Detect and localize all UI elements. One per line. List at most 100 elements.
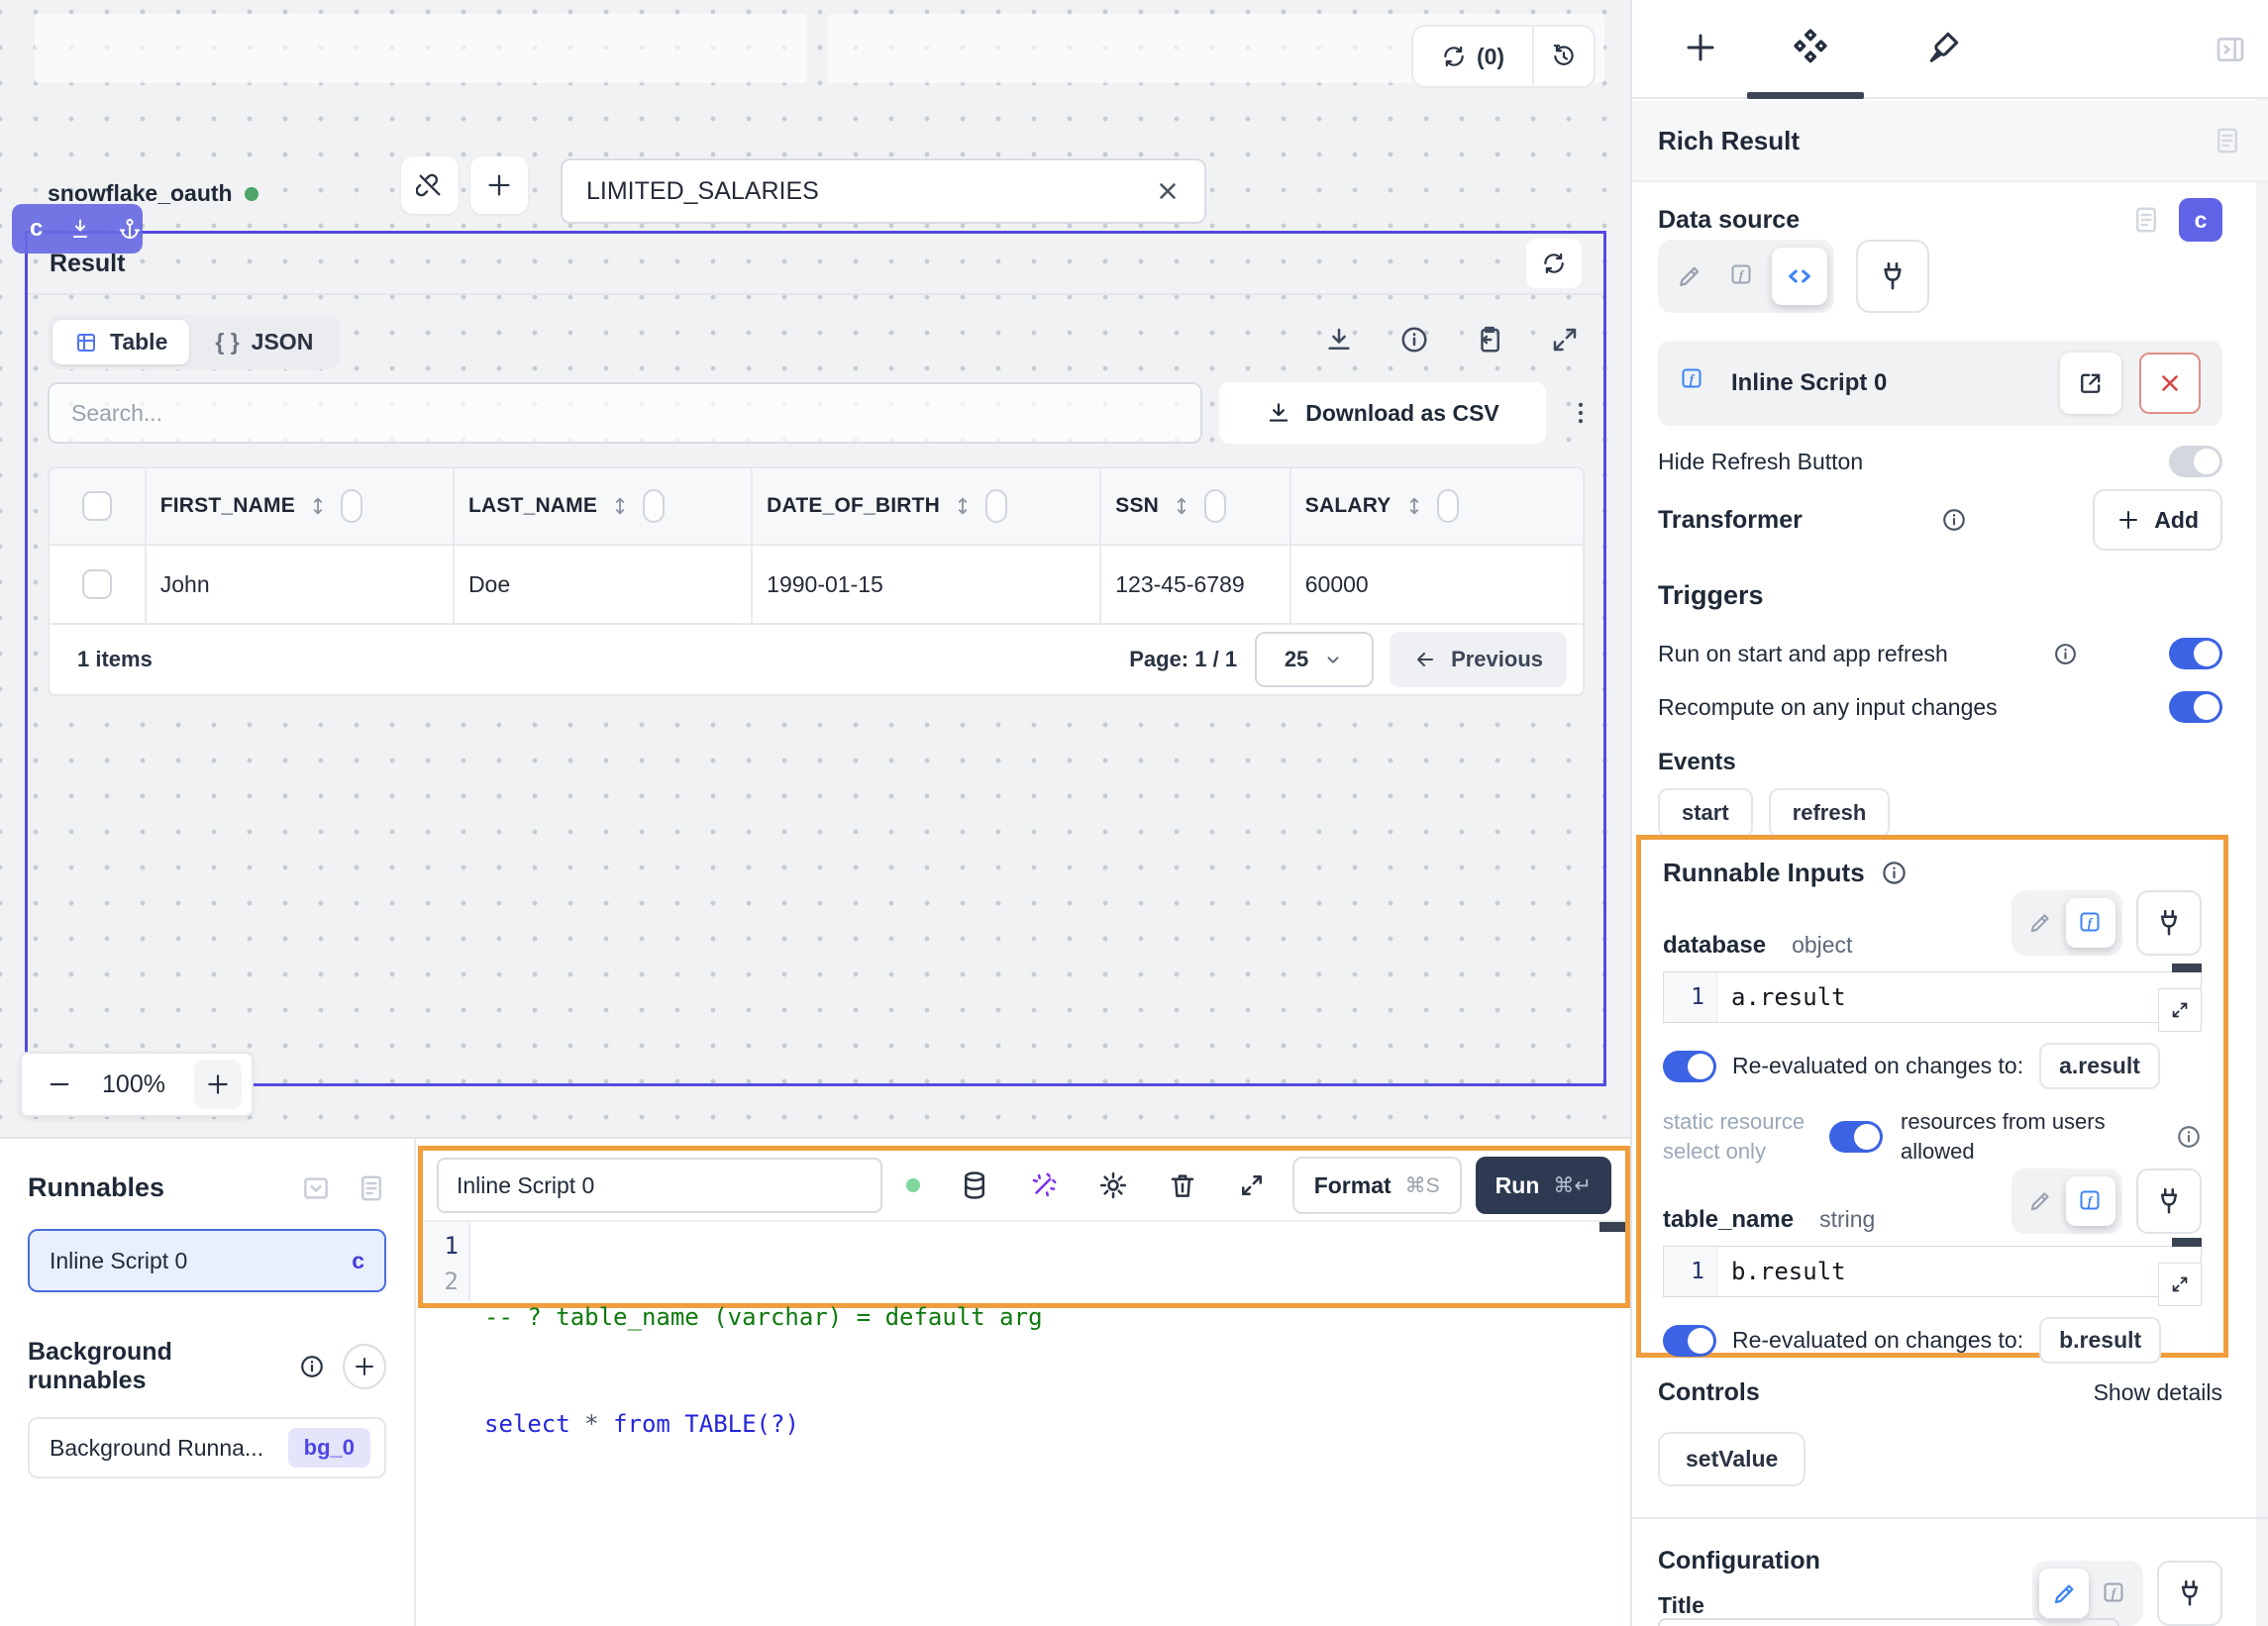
info-icon[interactable] <box>1881 860 1907 886</box>
docs-icon[interactable] <box>357 1173 386 1203</box>
code-mode-button-selected[interactable] <box>1772 248 1827 305</box>
unlink-button[interactable] <box>401 156 459 214</box>
event-chip-start[interactable]: start <box>1658 788 1753 838</box>
app-refresh-pill[interactable]: (0) <box>1411 25 1596 88</box>
database-expression-input[interactable]: 1 a.result <box>1663 971 2202 1023</box>
database-icon[interactable] <box>960 1170 989 1200</box>
scrollbar-thumb[interactable] <box>2172 964 2202 972</box>
scrollbar-thumb[interactable] <box>1599 1222 1625 1232</box>
components-tab-active[interactable] <box>1791 28 1830 67</box>
clear-icon[interactable] <box>1155 178 1181 204</box>
title-input-partial[interactable] <box>1658 1618 2119 1626</box>
column-pill[interactable] <box>1437 489 1459 523</box>
table-select-input[interactable]: LIMITED_SALARIES <box>561 158 1206 224</box>
column-header[interactable]: FIRST_NAME <box>160 494 295 518</box>
sql-code-editor[interactable]: 1 2 -- ? table_name (varchar) = default … <box>423 1220 1625 1301</box>
component-overlay-badge[interactable]: c <box>12 204 143 254</box>
scrollbar-thumb[interactable] <box>2172 1238 2202 1247</box>
history-button[interactable] <box>1534 44 1594 69</box>
download-csv-button[interactable]: Download as CSV <box>1219 382 1546 444</box>
show-details-link[interactable]: Show details <box>2094 1379 2222 1406</box>
app-canvas[interactable]: (0) snowflake_oauth LIMITED_SALARIES c <box>0 0 1630 1137</box>
fullscreen-icon[interactable] <box>1550 325 1580 355</box>
script-name-input[interactable]: Inline Script 0 <box>437 1158 882 1213</box>
runnable-item-inline-script-0[interactable]: Inline Script 0 c <box>28 1229 386 1292</box>
collapse-panel-icon[interactable] <box>301 1173 331 1203</box>
refresh-count-button[interactable]: (0) <box>1413 44 1532 70</box>
info-icon[interactable] <box>1814 507 2093 533</box>
tab-json[interactable]: { } JSON <box>193 320 335 364</box>
attached-script-row[interactable]: f Inline Script 0 <box>1658 341 2222 426</box>
add-button[interactable] <box>470 156 528 214</box>
expand-editor-icon[interactable] <box>1237 1170 1267 1200</box>
table-search-input[interactable]: Search... <box>48 382 1202 444</box>
sidebar-scrollbar-track[interactable] <box>2256 99 2268 1626</box>
static-pencil-mode-button[interactable] <box>2018 1176 2062 1226</box>
add-component-tab[interactable] <box>1683 30 1718 65</box>
column-pill[interactable] <box>1204 489 1226 523</box>
sort-icon[interactable] <box>952 495 974 517</box>
download-icon[interactable] <box>1324 325 1354 355</box>
expand-expression-icon[interactable] <box>2158 1263 2202 1306</box>
function-mode-button[interactable]: f <box>1718 248 1768 305</box>
style-brush-tab[interactable] <box>1925 28 1963 65</box>
settings-gear-icon[interactable] <box>1098 1170 1128 1200</box>
column-pill[interactable] <box>985 489 1007 523</box>
hide-refresh-toggle-off[interactable] <box>2169 446 2222 477</box>
run-on-start-toggle-on[interactable] <box>2169 638 2222 669</box>
page-size-select[interactable]: 25 <box>1255 632 1374 687</box>
connect-plug-button[interactable] <box>2136 890 2202 956</box>
add-background-runnable-button[interactable] <box>343 1344 386 1389</box>
connect-plug-button[interactable] <box>2136 1169 2202 1234</box>
dependency-chip[interactable]: a.result <box>2039 1043 2160 1089</box>
column-header[interactable]: SSN <box>1115 494 1159 518</box>
table-name-expression-input[interactable]: 1 b.result <box>1663 1246 2202 1297</box>
table-menu-button[interactable] <box>1561 390 1600 436</box>
select-all-checkbox[interactable] <box>82 491 112 521</box>
sort-icon[interactable] <box>1171 495 1192 517</box>
event-chip-refresh[interactable]: refresh <box>1769 788 1891 838</box>
delete-trash-icon[interactable] <box>1168 1170 1197 1200</box>
collapse-sidebar-icon[interactable] <box>2215 34 2246 65</box>
result-container[interactable]: Result Table { } JSON <box>25 231 1606 1086</box>
sort-icon[interactable] <box>1403 495 1425 517</box>
move-down-icon[interactable] <box>68 217 92 241</box>
static-pencil-mode-button[interactable] <box>2018 898 2062 948</box>
zoom-in-button[interactable] <box>194 1060 242 1109</box>
sort-icon[interactable] <box>609 495 631 517</box>
connect-plug-button[interactable] <box>1856 240 1929 313</box>
copy-to-clipboard-icon[interactable] <box>1475 325 1504 355</box>
recompute-toggle-on[interactable] <box>2169 691 2222 723</box>
column-pill[interactable] <box>643 489 665 523</box>
reevaluate-toggle-on[interactable] <box>1663 1325 1716 1357</box>
column-header[interactable]: LAST_NAME <box>468 494 597 518</box>
column-header[interactable]: SALARY <box>1305 494 1392 518</box>
zoom-out-button[interactable] <box>46 1070 73 1098</box>
format-button[interactable]: Format ⌘S <box>1292 1157 1462 1214</box>
info-icon[interactable] <box>299 1354 325 1379</box>
column-pill[interactable] <box>341 489 362 523</box>
run-button[interactable]: Run ⌘↵ <box>1476 1157 1611 1214</box>
table-row[interactable]: John Doe 1990-01-15 123-45-6789 60000 <box>48 546 1585 625</box>
reevaluate-toggle-on[interactable] <box>1663 1051 1716 1082</box>
setvalue-chip[interactable]: setValue <box>1658 1432 1805 1486</box>
detach-script-button[interactable] <box>2139 353 2201 414</box>
result-refresh-button[interactable] <box>1526 239 1582 288</box>
sort-icon[interactable] <box>307 495 329 517</box>
info-icon[interactable] <box>2176 1124 2202 1150</box>
static-pencil-mode-button[interactable] <box>1665 248 1714 305</box>
function-mode-button-selected[interactable]: f <box>2066 1176 2115 1226</box>
info-icon[interactable] <box>1399 325 1429 355</box>
function-mode-button-selected[interactable]: f <box>2066 898 2115 948</box>
expand-expression-icon[interactable] <box>2158 988 2202 1032</box>
column-header[interactable]: DATE_OF_BIRTH <box>767 494 940 518</box>
row-checkbox[interactable] <box>82 569 112 599</box>
info-icon[interactable] <box>1962 642 2169 666</box>
anchor-icon[interactable] <box>118 217 142 241</box>
tab-table[interactable]: Table <box>52 320 189 364</box>
dependency-chip[interactable]: b.result <box>2039 1317 2161 1364</box>
previous-page-button[interactable]: Previous <box>1390 632 1567 687</box>
docs-icon[interactable] <box>2213 126 2242 155</box>
docs-icon[interactable] <box>2131 205 2161 235</box>
resources-from-users-toggle-on[interactable] <box>1829 1121 1883 1153</box>
